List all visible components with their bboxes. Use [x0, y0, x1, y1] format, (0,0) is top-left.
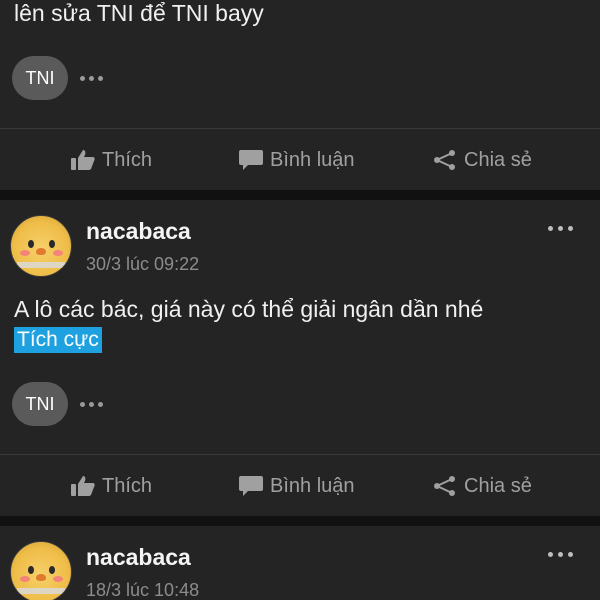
comment-button[interactable]: Bình luận	[238, 475, 355, 498]
username[interactable]: nacabaca	[86, 218, 191, 245]
feed: lên sửa TNI để TNI bayy TNI Thích Bình l…	[0, 0, 600, 600]
share-button[interactable]: Chia sẻ	[432, 475, 532, 498]
divider	[0, 454, 600, 455]
post-timestamp: 30/3 lúc 09:22	[86, 254, 200, 274]
comment-label: Bình luận	[270, 474, 355, 497]
share-button[interactable]: Chia sẻ	[432, 149, 532, 172]
like-button[interactable]: Thích	[70, 149, 152, 172]
avatar[interactable]	[10, 215, 72, 277]
share-icon	[434, 150, 455, 170]
avatar[interactable]	[10, 541, 72, 600]
post-card-next: nacabaca 18/3 lúc 10:48	[0, 526, 600, 600]
comment-icon	[239, 476, 263, 496]
post-menu-icon[interactable]	[548, 226, 578, 231]
share-icon	[434, 476, 455, 496]
post-menu-icon[interactable]	[548, 552, 578, 557]
stock-tag-row: TNI	[12, 56, 107, 100]
username[interactable]: nacabaca	[86, 544, 191, 571]
sentiment-badge: Tích cực	[14, 327, 102, 353]
post-card: nacabaca 30/3 lúc 09:22 A lô các bác, gi…	[0, 200, 600, 516]
more-tags-icon[interactable]	[80, 401, 107, 407]
post-actions: Thích Bình luận Chia sẻ	[0, 466, 600, 506]
thumbs-up-icon	[71, 150, 95, 170]
like-label: Thích	[102, 148, 153, 171]
post-text: A lô các bác, giá này có thể giải ngân d…	[14, 296, 484, 322]
more-tags-icon[interactable]	[80, 75, 107, 81]
post-timestamp: 18/3 lúc 10:48	[86, 580, 200, 600]
stock-tag[interactable]: TNI	[12, 56, 68, 100]
post-card-previous: lên sửa TNI để TNI bayy TNI Thích Bình l…	[0, 0, 600, 190]
post-actions: Thích Bình luận Chia sẻ	[0, 140, 600, 180]
like-label: Thích	[102, 474, 153, 497]
thumbs-up-icon	[71, 476, 95, 496]
comment-button[interactable]: Bình luận	[238, 149, 355, 172]
comment-label: Bình luận	[270, 148, 355, 171]
stock-tag-row: TNI	[12, 382, 107, 426]
comment-icon	[239, 150, 263, 170]
share-label: Chia sẻ	[464, 474, 532, 497]
like-button[interactable]: Thích	[70, 475, 152, 498]
share-label: Chia sẻ	[464, 148, 532, 171]
post-text: lên sửa TNI để TNI bayy	[14, 0, 264, 26]
stock-tag[interactable]: TNI	[12, 382, 68, 426]
divider	[0, 128, 600, 129]
